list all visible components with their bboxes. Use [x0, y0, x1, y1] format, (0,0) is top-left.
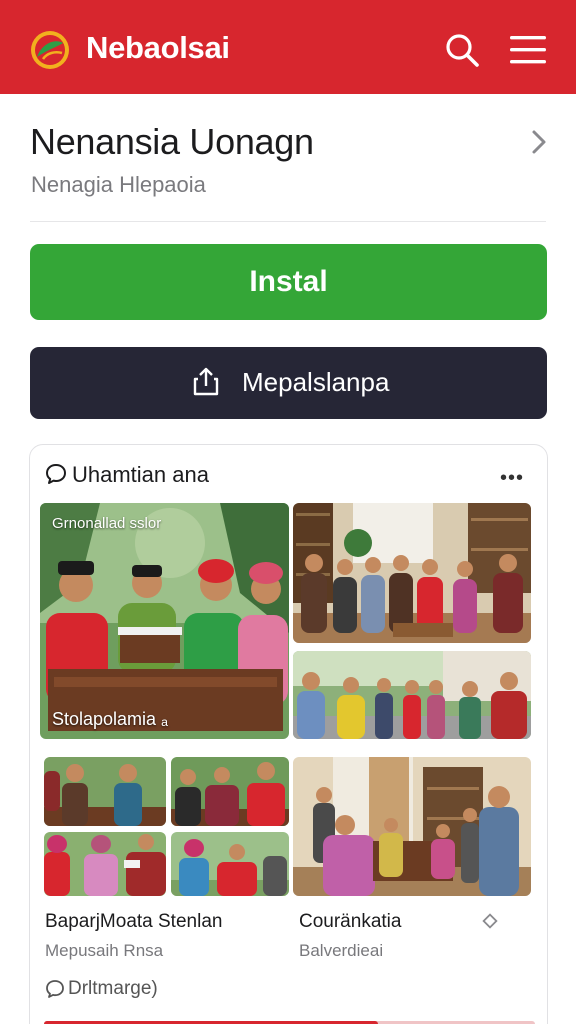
top-app-bar: Nebaolsai: [0, 0, 576, 94]
comment-link[interactable]: Drltmarge): [68, 978, 158, 1000]
chat-bubble-icon: [46, 464, 66, 484]
more-options-icon[interactable]: •••: [500, 467, 524, 490]
comment-icon[interactable]: [45, 979, 65, 999]
share-button[interactable]: Mepalslanpa: [30, 347, 547, 419]
photo-office-meeting[interactable]: [293, 503, 531, 643]
divider: [30, 221, 546, 222]
app-title: Nenansia Uonagn: [30, 121, 314, 162]
caption-subtitle-right: Balverdieai: [299, 941, 384, 960]
app-subtitle: Nenagia Hlepaoia: [31, 172, 206, 197]
hamburger-menu-icon[interactable]: [508, 33, 548, 67]
photo-thumb-2[interactable]: [171, 757, 289, 826]
caption-subtitle-left: Mepusaih Rnsa: [45, 941, 164, 960]
gallery-title: Uhamtian ana: [72, 462, 209, 487]
caption-title-right[interactable]: Couränkatia: [299, 911, 401, 933]
share-icon: [193, 367, 219, 396]
caption-title-left[interactable]: BaparjMoata Stenlan: [45, 911, 222, 933]
photo-gallery-card: Uhamtian ana ••• Grnonallad sslor Stolap…: [29, 444, 548, 1024]
hand-icon: [254, 706, 289, 739]
search-icon[interactable]: [444, 32, 480, 68]
share-button-label: Mepalslanpa: [242, 367, 390, 397]
featured-photo-caption: Stolapolamia ₐ: [52, 709, 168, 729]
photo-office-discussion[interactable]: [293, 757, 531, 896]
brand-name[interactable]: Nebaolsai: [86, 30, 230, 66]
photo-thumb-4[interactable]: [171, 832, 289, 896]
featured-photo[interactable]: Grnonallad sslor Stolapolamia ₐ: [40, 503, 289, 739]
photo-thumb-1[interactable]: [44, 757, 166, 826]
chevron-right-icon[interactable]: [528, 128, 550, 156]
install-button[interactable]: Instal: [30, 244, 547, 320]
photo-thumb-3[interactable]: [44, 832, 166, 896]
photo-outdoor-gathering[interactable]: [293, 651, 531, 739]
leaf-logo-icon: [31, 31, 69, 69]
diamond-icon[interactable]: [482, 913, 498, 929]
featured-photo-banner-text: Grnonallad sslor: [52, 515, 162, 532]
